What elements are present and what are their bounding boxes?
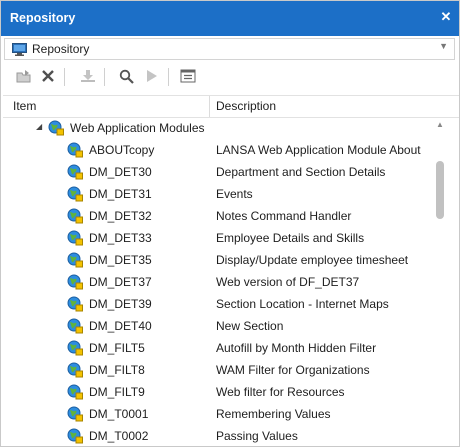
tree-item-row[interactable]: DM_FILT9 Web filter for Resources	[1, 381, 431, 403]
tree-item-name: DM_FILT9	[89, 385, 145, 399]
tree-item-row[interactable]: DM_DET37 Web version of DF_DET37	[1, 271, 431, 293]
web-module-icon	[67, 142, 83, 158]
tree-item-name: DM_DET40	[89, 319, 152, 333]
tree-item-row[interactable]: DM_DET30 Department and Section Details	[1, 161, 431, 183]
tree-item-description: New Section	[216, 319, 284, 333]
web-module-icon	[67, 164, 83, 180]
title-bar: Repository ✕	[1, 1, 459, 36]
tree-item-name: DM_DET33	[89, 231, 152, 245]
vertical-scrollbar[interactable]: ▲	[434, 117, 446, 446]
tree-item-name: ABOUTcopy	[89, 143, 155, 157]
repository-selector[interactable]: Repository ▼	[4, 38, 455, 60]
column-divider[interactable]	[209, 96, 210, 117]
scrollbar-thumb[interactable]	[436, 161, 444, 219]
tree-parent-row[interactable]: ◢ Web Application Modules	[1, 117, 431, 139]
tree-item-row[interactable]: DM_FILT8 WAM Filter for Organizations	[1, 359, 431, 381]
install-icon[interactable]	[78, 66, 98, 86]
tree-item-row[interactable]: DM_DET39 Section Location - Internet Maps	[1, 293, 431, 315]
repository-tree: ◢ Web Application Modules ABOUTcopy LANSA…	[1, 117, 431, 446]
tree-item-description: Notes Command Handler	[216, 209, 352, 223]
web-module-folder-icon	[48, 120, 64, 136]
open-icon[interactable]	[14, 66, 34, 86]
repository-panel: Repository ✕ Repository ▼ Item Descripti…	[0, 0, 460, 447]
column-header: Item Description	[3, 95, 459, 118]
tree-item-row[interactable]: DM_T0001 Remembering Values	[1, 403, 431, 425]
search-icon[interactable]	[116, 66, 136, 86]
tree-item-name: DM_DET35	[89, 253, 152, 267]
tree-item-name: DM_T0002	[89, 429, 149, 443]
tree-item-row[interactable]: DM_DET40 New Section	[1, 315, 431, 337]
web-module-icon	[67, 208, 83, 224]
tree-item-row[interactable]: DM_FILT5 Autofill by Month Hidden Filter	[1, 337, 431, 359]
tree-item-name: DM_DET37	[89, 275, 152, 289]
scroll-up-icon[interactable]: ▲	[436, 120, 444, 129]
web-module-icon	[67, 296, 83, 312]
toolbar-separator	[104, 68, 105, 86]
tree-item-row[interactable]: DM_DET31 Events	[1, 183, 431, 205]
expand-arrow-icon[interactable]: ◢	[36, 122, 42, 131]
tree-item-description: Department and Section Details	[216, 165, 386, 179]
tree-item-row[interactable]: ABOUTcopy LANSA Web Application Module Ab…	[1, 139, 431, 161]
tree-item-description: Web filter for Resources	[216, 385, 345, 399]
tree-item-description: LANSA Web Application Module About	[216, 143, 421, 157]
toolbar-separator	[168, 68, 169, 86]
web-module-icon	[67, 274, 83, 290]
tree-item-description: Passing Values	[216, 429, 298, 443]
tree-item-description: Remembering Values	[216, 407, 331, 421]
column-item[interactable]: Item	[13, 99, 36, 113]
column-description[interactable]: Description	[216, 99, 276, 113]
web-module-icon	[67, 318, 83, 334]
close-icon[interactable]: ✕	[439, 10, 453, 24]
tree-item-description: Web version of DF_DET37	[216, 275, 360, 289]
tree-item-row[interactable]: DM_T0002 Passing Values	[1, 425, 431, 446]
tree-item-name: DM_FILT5	[89, 341, 145, 355]
tree-parent-label: Web Application Modules	[70, 121, 205, 135]
tree-item-name: DM_T0001	[89, 407, 149, 421]
web-module-icon	[67, 406, 83, 422]
tree-item-description: WAM Filter for Organizations	[216, 363, 370, 377]
properties-icon[interactable]	[178, 66, 198, 86]
delete-icon[interactable]	[38, 66, 58, 86]
tree-item-row[interactable]: DM_DET35 Display/Update employee timeshee…	[1, 249, 431, 271]
web-module-icon	[67, 428, 83, 444]
run-icon[interactable]	[142, 66, 162, 86]
chevron-down-icon[interactable]: ▼	[439, 41, 448, 51]
selector-value: Repository	[32, 42, 90, 56]
web-module-icon	[67, 186, 83, 202]
window-title: Repository	[10, 11, 76, 25]
tree-item-description: Events	[216, 187, 253, 201]
tree-item-name: DM_FILT8	[89, 363, 145, 377]
tree-item-name: DM_DET30	[89, 165, 152, 179]
web-module-icon	[67, 384, 83, 400]
tree-item-name: DM_DET31	[89, 187, 152, 201]
monitor-icon	[12, 43, 27, 59]
tree-item-name: DM_DET32	[89, 209, 152, 223]
tree-item-description: Autofill by Month Hidden Filter	[216, 341, 377, 355]
tree-item-description: Display/Update employee timesheet	[216, 253, 409, 267]
web-module-icon	[67, 340, 83, 356]
tree-item-name: DM_DET39	[89, 297, 152, 311]
web-module-icon	[67, 362, 83, 378]
toolbar-separator	[64, 68, 65, 86]
web-module-icon	[67, 230, 83, 246]
web-module-icon	[67, 252, 83, 268]
tree-item-row[interactable]: DM_DET32 Notes Command Handler	[1, 205, 431, 227]
tree-item-description: Employee Details and Skills	[216, 231, 365, 245]
tree-item-description: Section Location - Internet Maps	[216, 297, 389, 311]
toolbar	[4, 62, 459, 92]
tree-item-row[interactable]: DM_DET33 Employee Details and Skills	[1, 227, 431, 249]
